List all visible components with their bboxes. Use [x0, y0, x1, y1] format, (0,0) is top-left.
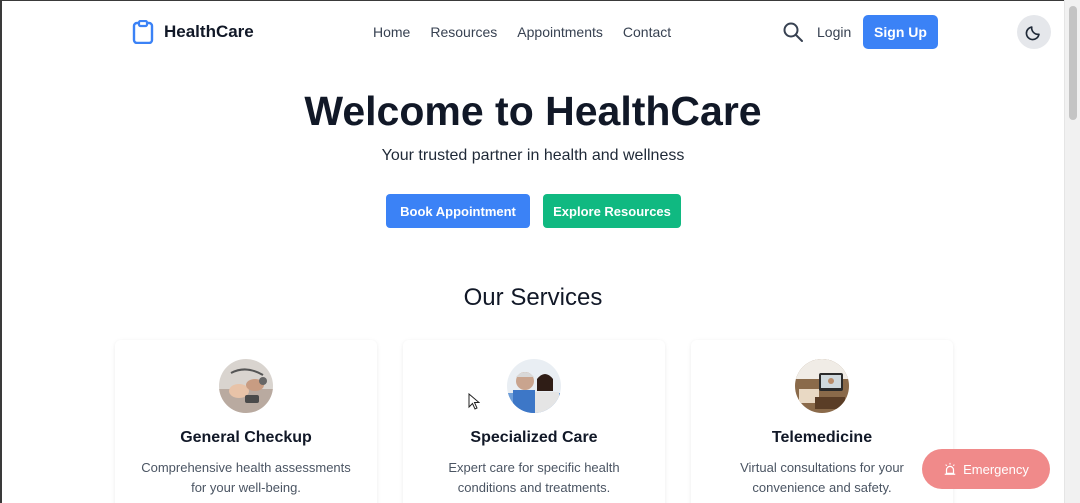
service-card-general-checkup[interactable]: General Checkup Comprehensive health ass…: [115, 340, 377, 503]
telemedicine-image: [795, 359, 849, 413]
hero-subtitle: Your trusted partner in health and welln…: [381, 147, 685, 164]
clipboard-icon: [132, 20, 154, 44]
nav-appointments[interactable]: Appointments: [517, 24, 603, 40]
search-button[interactable]: [782, 21, 804, 43]
moon-icon: [1025, 26, 1040, 41]
main-nav: Home Resources Appointments Contact: [373, 24, 671, 40]
card-title: General Checkup: [180, 429, 312, 446]
card-description: Virtual consultations for your convenien…: [740, 460, 904, 495]
card-description: Comprehensive health assessments for you…: [141, 460, 351, 495]
signup-button[interactable]: Sign Up: [863, 15, 938, 49]
nav-resources[interactable]: Resources: [430, 24, 497, 40]
mouse-cursor-icon: [468, 393, 480, 410]
brand-name: HealthCare: [164, 22, 254, 41]
theme-toggle-button[interactable]: [1017, 15, 1051, 49]
specialized-care-image: [507, 359, 561, 413]
navbar: HealthCare Home Resources Appointments C…: [0, 0, 1064, 64]
emergency-button[interactable]: Emergency: [922, 449, 1050, 489]
brand-logo[interactable]: HealthCare: [132, 20, 254, 44]
card-title: Telemedicine: [771, 429, 873, 446]
explore-resources-button[interactable]: Explore Resources: [543, 194, 681, 228]
siren-icon: [944, 462, 956, 475]
card-description: Expert care for specific health conditio…: [448, 460, 620, 495]
service-card-specialized-care[interactable]: Specialized Care Expert care for specifi…: [403, 340, 665, 503]
services-title: Our Services: [463, 284, 603, 311]
book-appointment-button[interactable]: Book Appointment: [386, 194, 530, 228]
card-title: Specialized Care: [470, 429, 598, 446]
page-scrollbar[interactable]: [1064, 0, 1080, 503]
hero-title: Welcome to HealthCare: [304, 88, 762, 134]
scrollbar-thumb[interactable]: [1069, 6, 1077, 120]
login-link[interactable]: Login: [817, 24, 851, 40]
general-checkup-image: [219, 359, 273, 413]
emergency-label: Emergency: [963, 461, 1029, 477]
service-card-telemedicine[interactable]: Telemedicine Virtual consultations for y…: [691, 340, 953, 503]
search-icon: [783, 22, 803, 42]
nav-home[interactable]: Home: [373, 24, 410, 40]
nav-contact[interactable]: Contact: [623, 24, 671, 40]
